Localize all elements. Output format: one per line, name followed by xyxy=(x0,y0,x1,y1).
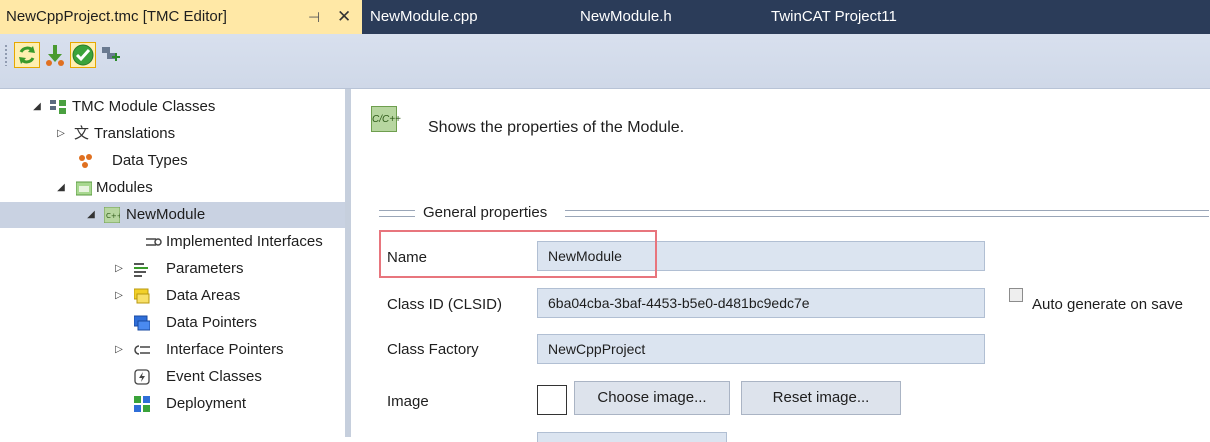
cpp-module-icon: C++ xyxy=(104,207,120,223)
class-id-label: Class ID (CLSID) xyxy=(387,296,503,313)
toolbar-grip[interactable] xyxy=(4,44,8,66)
editor-toolbar xyxy=(0,34,1210,89)
tree-item-deployment[interactable]: Deployment xyxy=(0,391,345,417)
choose-image-button[interactable]: Choose image... xyxy=(574,381,730,415)
panel-description: Shows the properties of the Module. xyxy=(428,119,685,136)
image-preview xyxy=(537,385,567,415)
tab-newmodule-h[interactable]: NewModule.h xyxy=(580,0,672,34)
data-pointers-icon xyxy=(134,315,150,331)
collapse-arrow-icon[interactable]: ◢ xyxy=(32,94,42,120)
image-label: Image xyxy=(387,393,429,410)
add-module-icon xyxy=(102,47,120,61)
tree-item-data-pointers[interactable]: Data Pointers xyxy=(0,310,345,336)
module-properties-panel: C/C++ Shows the properties of the Module… xyxy=(351,89,1210,442)
auto-generate-label: Auto generate on save xyxy=(1032,296,1183,313)
translation-icon: 文 xyxy=(74,125,90,142)
tree-item-label: Parameters xyxy=(166,260,244,277)
tab-label: NewCppProject.tmc [TMC Editor] xyxy=(6,8,227,25)
tree-item-translations[interactable]: ▷ 文 Translations xyxy=(0,121,345,147)
check-button[interactable] xyxy=(70,42,96,68)
next-field-partial[interactable] xyxy=(537,432,727,442)
interfaces-icon xyxy=(146,238,162,246)
tab-newmodule-cpp[interactable]: NewModule.cpp xyxy=(370,0,478,34)
tree-item-label: TMC Module Classes xyxy=(72,98,216,115)
collapse-arrow-icon[interactable]: ◢ xyxy=(86,202,96,228)
tree-item-label: Data Types xyxy=(112,152,188,169)
tree-item-label: Modules xyxy=(96,179,153,196)
tab-twincat-project[interactable]: TwinCAT Project11 xyxy=(771,0,897,34)
class-factory-label: Class Factory xyxy=(387,341,479,358)
tree-item-label: Interface Pointers xyxy=(166,341,284,358)
tree-item-newmodule[interactable]: ◢ C++ NewModule xyxy=(0,202,345,228)
interface-pointers-icon xyxy=(134,345,150,355)
tree-item-interface-pointers[interactable]: ▷ Interface Pointers xyxy=(0,337,345,363)
event-classes-icon xyxy=(134,369,150,385)
class-id-field[interactable]: 6ba04cba-3baf-4453-b5e0-d481bc9edc7e xyxy=(537,288,985,318)
expand-arrow-icon[interactable]: ▷ xyxy=(114,337,124,363)
expand-arrow-icon[interactable]: ▷ xyxy=(56,121,66,147)
update-transfer-icon xyxy=(46,45,64,66)
tree-item-label: Deployment xyxy=(166,395,247,412)
tree-item-data-types[interactable]: Data Types xyxy=(0,148,345,174)
tree-item-label: Implemented Interfaces xyxy=(166,233,323,250)
refresh-icon xyxy=(19,46,35,64)
pin-icon[interactable]: ⊣ xyxy=(308,0,320,34)
data-areas-icon xyxy=(134,288,150,304)
tab-tmc-editor[interactable]: NewCppProject.tmc [TMC Editor] ⊣ ✕ xyxy=(0,0,362,34)
collapse-arrow-icon[interactable]: ◢ xyxy=(56,175,66,201)
tree-item-data-areas[interactable]: ▷ Data Areas xyxy=(0,283,345,309)
refresh-button[interactable] xyxy=(14,42,40,68)
tree-item-label: Data Areas xyxy=(166,287,241,304)
tmc-tree-view[interactable]: ◢ TMC Module Classes ▷ 文 Translations Da… xyxy=(0,89,345,437)
name-highlight-box xyxy=(379,230,657,278)
add-module-button[interactable] xyxy=(98,42,124,68)
close-icon[interactable]: ✕ xyxy=(337,0,351,34)
group-header-line xyxy=(565,210,1209,217)
general-properties-group: General properties xyxy=(379,204,1209,224)
group-title: General properties xyxy=(419,204,552,221)
tree-item-event-classes[interactable]: Event Classes xyxy=(0,364,345,390)
tree-item-label: Data Pointers xyxy=(166,314,257,331)
document-tab-bar: NewCppProject.tmc [TMC Editor] ⊣ ✕ NewMo… xyxy=(0,0,1210,34)
modules-folder-icon xyxy=(76,181,92,196)
tree-item-label: Translations xyxy=(94,125,176,142)
svg-text:C++: C++ xyxy=(106,212,120,220)
tree-item-label: Event Classes xyxy=(166,368,262,385)
reset-image-button[interactable]: Reset image... xyxy=(741,381,901,415)
tree-item-parameters[interactable]: ▷ Parameters xyxy=(0,256,345,282)
deployment-icon xyxy=(134,396,150,412)
group-header-line xyxy=(379,210,415,217)
auto-generate-checkbox[interactable] xyxy=(1009,288,1023,302)
cpp-module-large-icon: C/C++ xyxy=(371,106,401,132)
tree-item-label: NewModule xyxy=(126,206,206,223)
check-icon xyxy=(72,44,94,66)
class-factory-field[interactable]: NewCppProject xyxy=(537,334,985,364)
tree-item-tmc-module-classes[interactable]: ◢ TMC Module Classes xyxy=(0,94,345,120)
tree-item-modules[interactable]: ◢ Modules xyxy=(0,175,345,201)
update-transfer-button[interactable] xyxy=(42,42,68,68)
module-classes-icon xyxy=(50,100,66,114)
expand-arrow-icon[interactable]: ▷ xyxy=(114,256,124,282)
tree-item-implemented-interfaces[interactable]: Implemented Interfaces xyxy=(0,229,345,255)
expand-arrow-icon[interactable]: ▷ xyxy=(114,283,124,309)
data-types-icon xyxy=(79,154,92,168)
parameters-icon xyxy=(134,263,148,277)
